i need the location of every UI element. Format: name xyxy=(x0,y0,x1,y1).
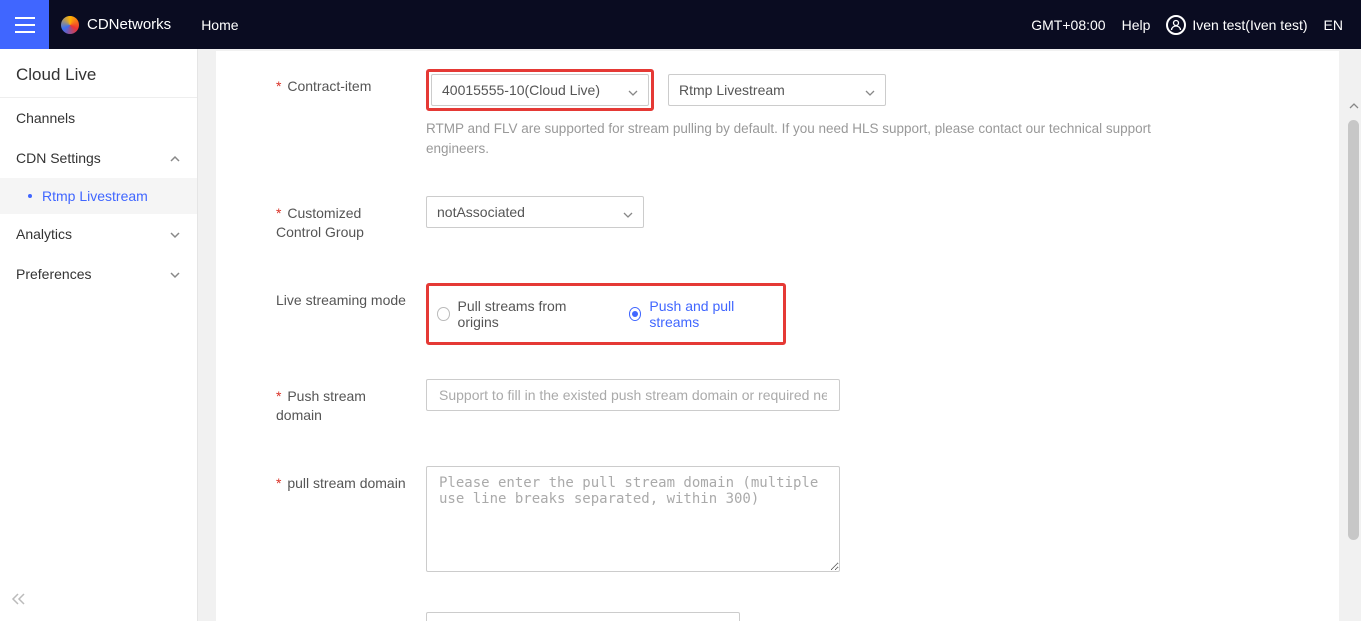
radio-label: Push and pull streams xyxy=(649,298,771,330)
protocol-select[interactable]: Rtmp Livestream xyxy=(668,74,886,106)
required-mark: * xyxy=(276,388,281,404)
row-release-point: * Release point xyxy=(276,606,1339,621)
chevron-down-icon xyxy=(865,85,875,95)
top-header: CDNetworks Home GMT+08:00 Help Iven test… xyxy=(0,0,1361,49)
row-pull-domain: * pull stream domain xyxy=(276,460,1339,578)
radio-icon xyxy=(629,307,642,321)
chevron-down-icon xyxy=(623,207,633,217)
required-mark: * xyxy=(276,205,281,221)
brand-logo-icon xyxy=(61,16,79,34)
label-ccg: * Customized Control Group xyxy=(276,196,426,243)
radio-push-and-pull[interactable]: Push and pull streams xyxy=(629,298,771,330)
header-spacer xyxy=(251,0,1032,49)
sidebar-collapse-button[interactable] xyxy=(0,580,197,621)
label-push-domain: * Push stream domain xyxy=(276,379,426,426)
row-push-domain: * Push stream domain xyxy=(276,373,1339,432)
menu-toggle-button[interactable] xyxy=(0,0,49,49)
row-contract-item: * Contract-item 40015555-10(Cloud Live) xyxy=(276,63,1339,166)
sidebar-item-label: Preferences xyxy=(16,266,91,282)
row-ccg: * Customized Control Group notAssociated xyxy=(276,190,1339,249)
release-point-input[interactable] xyxy=(426,612,740,621)
form-panel: * Contract-item 40015555-10(Cloud Live) xyxy=(216,51,1339,621)
sidebar-item-cdn-settings[interactable]: CDN Settings xyxy=(0,138,197,178)
contract-note: RTMP and FLV are supported for stream pu… xyxy=(426,119,1206,160)
select-value: notAssociated xyxy=(437,204,525,220)
pull-domain-textarea[interactable] xyxy=(426,466,840,572)
sidebar-subitem-label: Rtmp Livestream xyxy=(42,188,148,204)
highlight-mode-radios: Pull streams from origins Push and pull … xyxy=(426,283,786,345)
sidebar: Cloud Live Channels CDN Settings Rtmp Li… xyxy=(0,49,198,621)
brand-label: CDNetworks xyxy=(87,16,171,33)
help-link[interactable]: Help xyxy=(1122,17,1151,33)
user-menu[interactable]: Iven test(Iven test) xyxy=(1166,15,1307,35)
push-domain-input[interactable] xyxy=(426,379,840,411)
required-mark: * xyxy=(276,78,281,94)
ccg-select[interactable]: notAssociated xyxy=(426,196,644,228)
nav-home[interactable]: Home xyxy=(189,0,250,49)
select-value: Rtmp Livestream xyxy=(679,82,785,98)
chevron-down-icon xyxy=(169,228,181,240)
chevron-down-icon xyxy=(169,268,181,280)
label-mode: Live streaming mode xyxy=(276,283,426,311)
language-switch[interactable]: EN xyxy=(1324,17,1343,33)
scrollbar-thumb[interactable] xyxy=(1348,120,1359,540)
sidebar-item-analytics[interactable]: Analytics xyxy=(0,214,197,254)
radio-pull-from-origins[interactable]: Pull streams from origins xyxy=(437,298,593,330)
required-mark: * xyxy=(276,475,281,491)
label-pull-domain: * pull stream domain xyxy=(276,466,426,494)
sidebar-item-channels[interactable]: Channels xyxy=(0,98,197,138)
label-release-point: * Release point xyxy=(276,612,426,621)
sidebar-item-label: CDN Settings xyxy=(16,150,101,166)
scroll-up-icon[interactable] xyxy=(1346,98,1361,114)
row-mode: Live streaming mode Pull streams from or… xyxy=(276,277,1339,351)
nav-home-label: Home xyxy=(201,17,238,33)
sidebar-item-preferences[interactable]: Preferences xyxy=(0,254,197,294)
double-chevron-left-icon xyxy=(10,590,28,610)
highlight-contract-select: 40015555-10(Cloud Live) xyxy=(426,69,654,111)
hamburger-icon xyxy=(14,16,36,34)
radio-icon xyxy=(437,307,450,321)
sidebar-item-label: Analytics xyxy=(16,226,72,242)
header-right: GMT+08:00 Help Iven test(Iven test) EN xyxy=(1031,0,1361,49)
user-name-label: Iven test(Iven test) xyxy=(1192,17,1307,33)
scrollbar-track[interactable] xyxy=(1346,98,1361,621)
radio-label: Pull streams from origins xyxy=(458,298,593,330)
avatar-icon xyxy=(1166,15,1186,35)
main-area: * Contract-item 40015555-10(Cloud Live) xyxy=(198,49,1361,621)
select-value: 40015555-10(Cloud Live) xyxy=(442,82,600,98)
sidebar-subitem-rtmp-livestream[interactable]: Rtmp Livestream xyxy=(0,178,197,214)
sidebar-item-label: Channels xyxy=(16,110,75,126)
active-dot-icon xyxy=(28,194,32,198)
timezone-label[interactable]: GMT+08:00 xyxy=(1031,17,1105,33)
contract-item-select[interactable]: 40015555-10(Cloud Live) xyxy=(431,74,649,106)
label-contract-item: * Contract-item xyxy=(276,69,426,97)
sidebar-title: Cloud Live xyxy=(0,49,197,98)
brand[interactable]: CDNetworks xyxy=(49,0,189,49)
chevron-up-icon xyxy=(169,152,181,164)
chevron-down-icon xyxy=(628,85,638,95)
